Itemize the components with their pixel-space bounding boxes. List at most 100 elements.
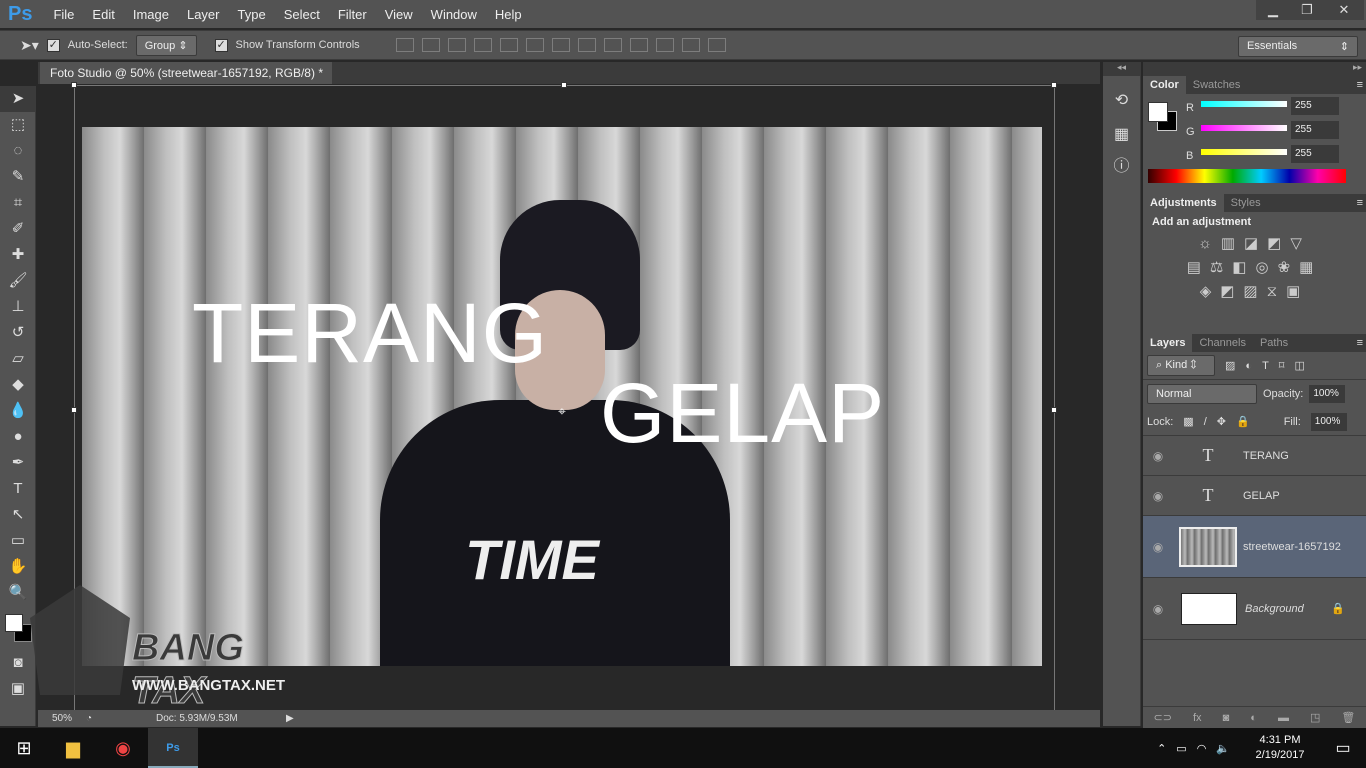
g-value[interactable]: 255 (1291, 121, 1339, 139)
opacity-value[interactable]: 100% (1309, 385, 1346, 403)
transform-handle[interactable] (71, 82, 77, 88)
show-transform-checkbox[interactable]: ✓ (214, 38, 228, 52)
panel-menu-icon[interactable]: ≡ (1354, 76, 1366, 94)
link-layers-icon[interactable]: ⊂⊃ (1154, 711, 1172, 724)
lock-image-icon[interactable]: / (1204, 416, 1207, 428)
pen-tool-icon[interactable]: ✒ (0, 450, 36, 476)
transform-handle[interactable] (1051, 407, 1057, 413)
r-slider[interactable] (1201, 101, 1287, 107)
filter-smart-icon[interactable]: ◫ (1294, 359, 1304, 372)
tab-channels[interactable]: Channels (1192, 334, 1252, 352)
workspace-dropdown[interactable]: Essentials ⇕ (1238, 36, 1358, 57)
panel-menu-icon[interactable]: ≡ (1354, 334, 1366, 352)
adjustment-icons-row-3[interactable]: ◈◩▨⧖▣ (1152, 282, 1357, 300)
photoshop-taskbar-icon[interactable]: Ps (148, 728, 198, 768)
color-spectrum[interactable] (1148, 169, 1346, 183)
tab-layers[interactable]: Layers (1143, 334, 1193, 352)
zoom-level[interactable]: 50% (38, 713, 86, 724)
new-group-icon[interactable]: ▬ (1278, 712, 1289, 724)
transform-center-icon[interactable]: ⌖ (558, 403, 566, 420)
blur-tool-icon[interactable]: 💧 (0, 398, 36, 424)
align-vcenter-icon[interactable] (421, 38, 440, 52)
quick-select-tool-icon[interactable]: ✎ (0, 164, 36, 190)
system-tray-icons[interactable]: ⌃▭◠🔈 (1157, 742, 1240, 755)
path-select-icon[interactable]: ↖ (0, 502, 36, 528)
file-explorer-icon[interactable]: ▆ (48, 738, 98, 759)
close-button[interactable]: ✕ (1324, 0, 1364, 20)
auto-align-icon[interactable] (707, 38, 726, 52)
distribute-right-icon[interactable] (681, 38, 700, 52)
menu-type[interactable]: Type (229, 7, 275, 22)
brush-tool-icon[interactable]: 🖌 (0, 268, 36, 294)
menu-edit[interactable]: Edit (83, 7, 123, 22)
info-panel-icon[interactable]: ⓘ (1103, 152, 1140, 176)
align-hcenter-icon[interactable] (499, 38, 518, 52)
eyedropper-tool-icon[interactable]: ✐ (0, 216, 36, 242)
clone-stamp-icon[interactable]: ⊥ (0, 294, 36, 320)
foreground-color[interactable] (5, 614, 23, 632)
layer-streetwear[interactable]: ◉ streetwear-1657192 (1143, 516, 1366, 578)
visibility-eye-icon[interactable]: ◉ (1143, 489, 1173, 503)
layer-filter-dropdown[interactable]: ⌕ Kind ⇕ (1147, 355, 1215, 376)
g-slider[interactable] (1201, 125, 1287, 131)
lock-transparent-icon[interactable]: ▩ (1183, 415, 1193, 428)
menu-help[interactable]: Help (486, 7, 531, 22)
move-tool-icon[interactable]: ➤ (0, 86, 36, 112)
filter-shape-icon[interactable]: ⌑ (1279, 359, 1285, 372)
expand-icon[interactable]: ▸▸ (1143, 62, 1366, 76)
start-button[interactable]: ⊞ (0, 738, 48, 759)
layer-terang[interactable]: ◉ T TERANG (1143, 436, 1366, 476)
dodge-tool-icon[interactable]: ● (0, 424, 36, 450)
align-right-icon[interactable] (525, 38, 544, 52)
history-panel-icon[interactable]: ⟲ (1103, 90, 1140, 110)
notifications-icon[interactable]: ▭ (1320, 738, 1366, 758)
auto-select-dropdown[interactable]: Group ⇕ (135, 34, 197, 56)
align-top-icon[interactable] (395, 38, 414, 52)
tab-color[interactable]: Color (1143, 76, 1186, 94)
panel-menu-icon[interactable]: ≡ (1354, 194, 1366, 212)
foreground-swatch[interactable] (1148, 102, 1168, 122)
status-icon[interactable]: ◔ (86, 713, 156, 724)
menu-window[interactable]: Window (422, 7, 486, 22)
filter-adjustment-icon[interactable]: ◐ (1245, 360, 1252, 372)
adjustment-icons-row-2[interactable]: ▤⚖◧◎❀▦ (1152, 258, 1357, 276)
layer-gelap[interactable]: ◉ T GELAP (1143, 476, 1366, 516)
menu-file[interactable]: File (44, 7, 83, 22)
rectangle-tool-icon[interactable]: ▭ (0, 528, 36, 554)
distribute-left-icon[interactable] (629, 38, 648, 52)
distribute-hcenter-icon[interactable] (655, 38, 674, 52)
chrome-icon[interactable]: ◉ (98, 738, 148, 759)
lasso-tool-icon[interactable]: ◌ (0, 138, 36, 164)
add-mask-icon[interactable]: ◙ (1223, 712, 1230, 724)
align-left-icon[interactable] (473, 38, 492, 52)
hand-tool-icon[interactable]: ✋ (0, 554, 36, 580)
status-menu-arrow-icon[interactable]: ▶ (286, 713, 294, 724)
filter-pixel-icon[interactable]: ▨ (1225, 359, 1235, 372)
layer-background[interactable]: ◉ Background 🔒 (1143, 578, 1366, 640)
visibility-eye-icon[interactable]: ◉ (1143, 449, 1173, 463)
move-tool-preset-icon[interactable]: ➤▾ (20, 37, 39, 54)
crop-tool-icon[interactable]: ⌗ (0, 190, 36, 216)
clock[interactable]: 4:31 PM 2/19/2017 (1240, 733, 1320, 763)
menu-filter[interactable]: Filter (329, 7, 376, 22)
type-tool-icon[interactable]: T (0, 476, 36, 502)
b-value[interactable]: 255 (1291, 145, 1339, 163)
history-brush-icon[interactable]: ↺ (0, 320, 36, 346)
paint-bucket-icon[interactable]: ◆ (0, 372, 36, 398)
restore-button[interactable]: ❐ (1290, 0, 1324, 20)
visibility-eye-icon[interactable]: ◉ (1143, 602, 1173, 616)
distribute-top-icon[interactable] (551, 38, 570, 52)
r-value[interactable]: 255 (1291, 97, 1339, 115)
lock-all-icon[interactable]: 🔒 (1236, 415, 1250, 428)
minimize-button[interactable]: ▁ (1256, 0, 1290, 20)
blend-mode-dropdown[interactable]: Normal (1147, 384, 1257, 404)
fill-value[interactable]: 100% (1310, 412, 1347, 431)
menu-select[interactable]: Select (275, 7, 329, 22)
eraser-tool-icon[interactable]: ▱ (0, 346, 36, 372)
transform-handle[interactable] (561, 82, 567, 88)
distribute-vcenter-icon[interactable] (577, 38, 596, 52)
menu-view[interactable]: View (376, 7, 422, 22)
tab-swatches[interactable]: Swatches (1186, 76, 1248, 94)
adjustment-icons-row-1[interactable]: ☼▥◪◩▽ (1152, 234, 1357, 252)
visibility-eye-icon[interactable]: ◉ (1143, 540, 1173, 554)
